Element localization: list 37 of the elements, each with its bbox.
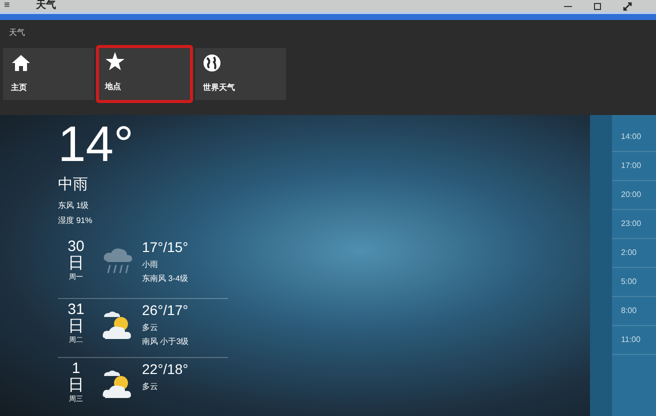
hour-label: 23:00	[612, 210, 656, 239]
forecast-condition: 多云	[142, 380, 159, 392]
nav-tile[interactable]: 主页	[3, 48, 94, 100]
maximize-icon[interactable]	[594, 2, 601, 10]
forecast-day-unit: 日	[68, 318, 84, 336]
window-title: 天气	[36, 1, 56, 11]
forecast-wind: 东南风 3-4级	[142, 272, 188, 284]
hour-label: 20:00	[612, 181, 656, 210]
menu-icon[interactable]: ≡	[4, 1, 16, 11]
forecast-day: 31	[68, 302, 84, 318]
humidity-text: 湿度 91%	[58, 214, 94, 226]
hour-label: 8:00	[612, 297, 656, 326]
current-temperature: 14°	[58, 119, 135, 169]
nav-tile[interactable]: 地点	[96, 45, 193, 103]
forecast-day: 30	[68, 238, 84, 254]
hour-label: 5:00	[612, 268, 656, 297]
forecast-day-unit: 日	[68, 376, 84, 394]
forecast-day-unit: 日	[68, 254, 84, 272]
app-bar-title: 天气	[9, 27, 26, 39]
diagonal-arrow-icon[interactable]	[623, 2, 632, 10]
wind-text: 东风 1级	[58, 200, 90, 212]
star-icon	[105, 52, 125, 71]
forecast-temperatures: 22°/18°	[142, 360, 188, 378]
hour-label: 17:00	[612, 152, 656, 181]
nav-tile[interactable]: 世界天气	[195, 48, 286, 100]
forecast-condition: 小雨	[142, 258, 159, 270]
hour-label: 2:00	[612, 239, 656, 268]
globe-icon	[203, 54, 221, 72]
forecast-temperatures: 17°/15°	[142, 238, 188, 256]
forecast-day: 1	[72, 360, 80, 376]
hour-label: 14:00	[612, 123, 656, 152]
home-icon	[11, 54, 31, 72]
forecast-wind: 南风 小于3级	[142, 336, 189, 348]
current-condition: 中雨	[58, 175, 89, 195]
hour-label: 11:00	[612, 326, 656, 355]
forecast-condition: 多云	[142, 322, 159, 334]
forecast-temperatures: 26°/17°	[142, 302, 189, 318]
